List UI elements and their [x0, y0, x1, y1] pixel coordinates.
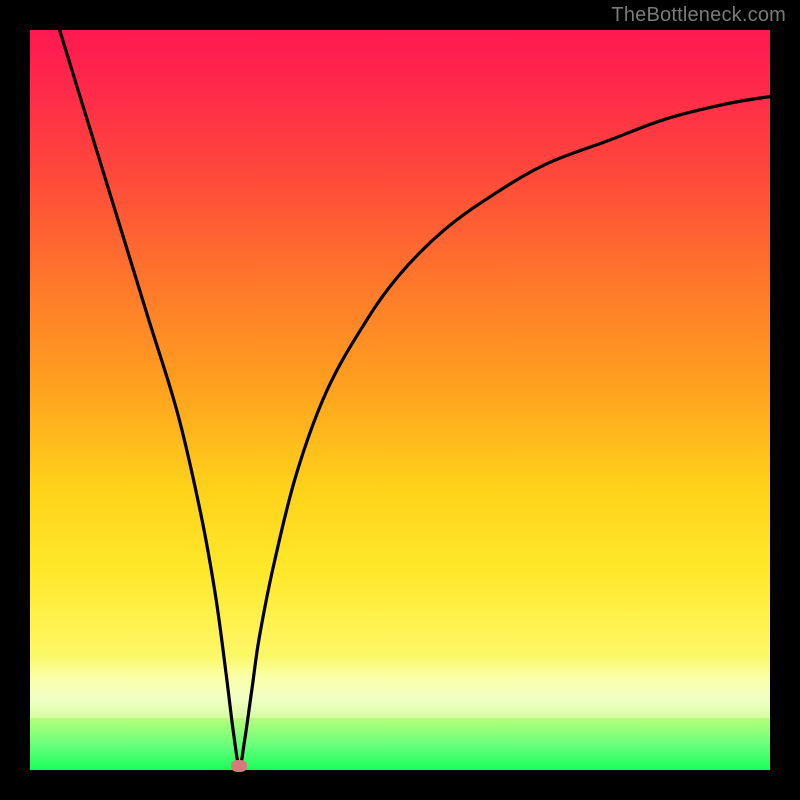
- minimum-marker: [231, 760, 247, 772]
- chart-frame: TheBottleneck.com: [0, 0, 800, 800]
- watermark-text: TheBottleneck.com: [611, 4, 786, 27]
- plot-area: [30, 30, 770, 770]
- bottleneck-curve: [30, 30, 770, 770]
